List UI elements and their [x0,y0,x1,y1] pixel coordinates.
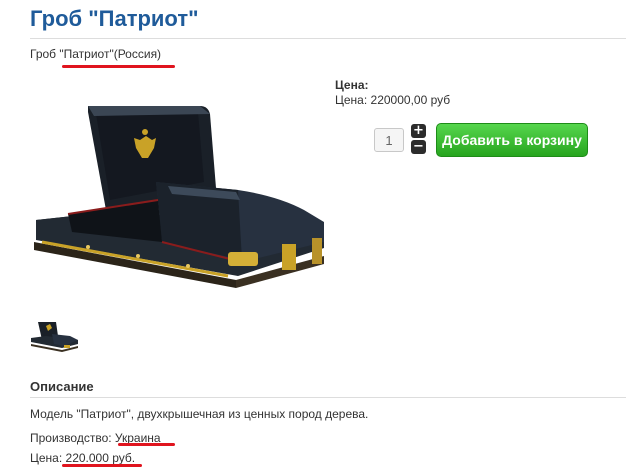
coffin-product-image[interactable] [28,92,338,292]
page-title: Гроб "Патриот" [30,6,199,31]
plus-icon[interactable]: + [411,124,426,138]
price-value: Цена: 220000,00 руб [335,93,451,107]
description-text: Модель "Патриот", двухкрышечная из ценны… [30,407,369,421]
description-price: Цена: 220.000 руб. [30,451,136,465]
minus-icon[interactable]: − [411,140,426,154]
production-highlight [118,443,175,446]
title-divider [30,38,626,39]
price-heading: Цена: [335,78,369,92]
product-subtitle: Гроб "Патриот"(Россия) [30,47,162,61]
price-highlight [62,464,142,467]
description-heading: Описание [30,379,94,394]
coffin-thumbnail[interactable] [30,318,80,354]
description-divider [30,397,626,398]
price-block: Цена: Цена: 220000,00 руб [335,78,450,108]
add-to-cart-button[interactable]: Добавить в корзину [436,123,588,157]
subtitle-highlight [62,65,175,68]
quantity-input[interactable] [374,128,404,152]
